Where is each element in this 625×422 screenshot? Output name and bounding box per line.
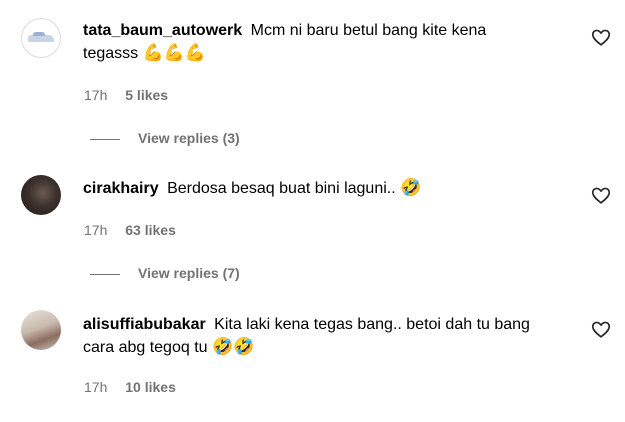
emoji-flexed-biceps: 💪💪💪 xyxy=(142,43,207,63)
heart-outline-icon[interactable] xyxy=(590,318,612,340)
avatar[interactable] xyxy=(21,310,61,350)
comment-meta: 17h 5 likes xyxy=(84,87,168,103)
comment-text: tata_baum_autowerk Mcm ni baru betul ban… xyxy=(83,20,543,65)
avatar[interactable] xyxy=(21,18,61,58)
like-count[interactable]: 5 likes xyxy=(125,87,168,103)
comment-meta: 17h 63 likes xyxy=(84,222,176,238)
avatar[interactable] xyxy=(21,175,61,215)
comment-body: Berdosa besaq buat bini laguni.. xyxy=(167,180,396,197)
emoji-rolling-laughing: 🤣 xyxy=(400,178,422,198)
timestamp[interactable]: 17h xyxy=(84,222,107,238)
comment-text: cirakhairy Berdosa besaq buat bini lagun… xyxy=(83,177,543,200)
username[interactable]: alisuffiabubakar xyxy=(83,316,206,333)
car-logo-icon xyxy=(28,32,54,42)
replies-divider xyxy=(90,139,120,140)
comment-text: alisuffiabubakar Kita laki kena tegas ba… xyxy=(83,314,543,359)
view-replies-label[interactable]: View replies (3) xyxy=(138,130,240,146)
username[interactable]: cirakhairy xyxy=(83,180,159,197)
like-count[interactable]: 63 likes xyxy=(125,222,176,238)
comment-meta: 17h 10 likes xyxy=(84,379,176,395)
heart-outline-icon[interactable] xyxy=(590,26,612,48)
replies-divider xyxy=(90,274,120,275)
view-replies-label[interactable]: View replies (7) xyxy=(138,265,240,281)
username[interactable]: tata_baum_autowerk xyxy=(83,22,242,39)
timestamp[interactable]: 17h xyxy=(84,87,107,103)
like-count[interactable]: 10 likes xyxy=(125,379,176,395)
emoji-rolling-laughing: 🤣🤣 xyxy=(212,337,255,357)
timestamp[interactable]: 17h xyxy=(84,379,107,395)
heart-outline-icon[interactable] xyxy=(590,184,612,206)
